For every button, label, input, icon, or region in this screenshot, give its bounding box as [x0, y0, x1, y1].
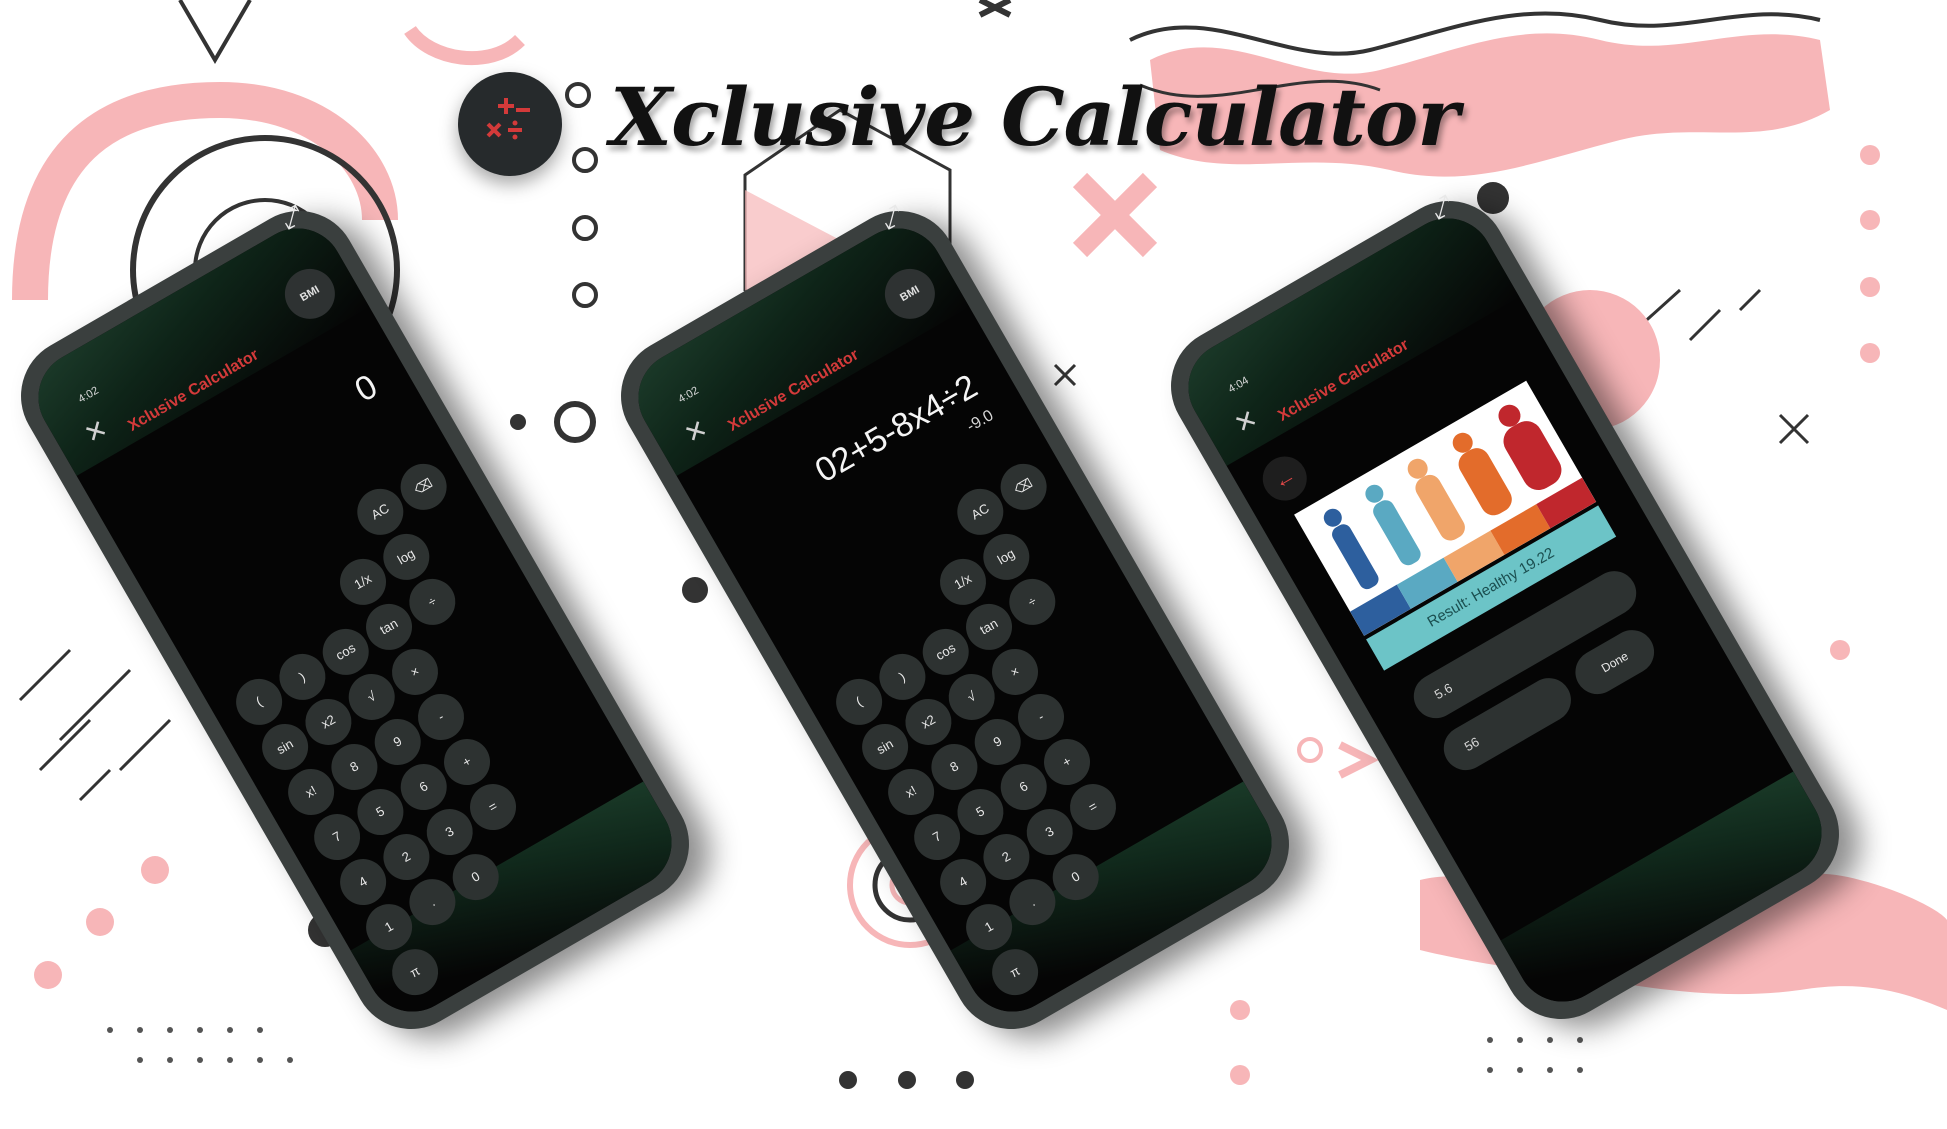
app-title: Xclusive Calculator	[610, 70, 1459, 164]
math-operators-icon	[486, 98, 530, 140]
calc-display: 0	[348, 367, 384, 410]
calc-result: -9.0	[964, 407, 997, 436]
back-arrow-icon[interactable]: ←	[1254, 448, 1315, 509]
app-logo	[458, 72, 562, 176]
calc-display: 02+5-8x4÷2	[808, 367, 984, 491]
